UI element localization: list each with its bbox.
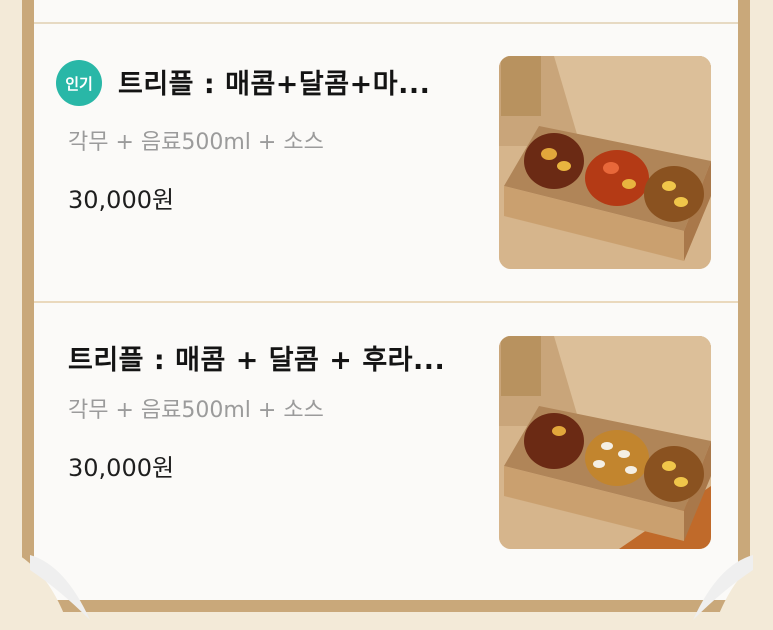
menu-item-title: 트리플 : 매콤 + 달콤 + 후라...	[68, 345, 446, 376]
paper-curl-left	[10, 550, 90, 630]
menu-item[interactable]: 트리플 : 매콤 + 달콤 + 후라... 각무 + 음료500ml + 소스 …	[34, 304, 738, 564]
menu-item[interactable]: 인기 트리플 : 매콤+달콤+마... 각무 + 음료500ml + 소스 30…	[34, 24, 738, 300]
menu-item-price: 30,000원	[68, 186, 175, 214]
food-box-image	[499, 56, 711, 269]
paper-curl-right	[693, 550, 773, 630]
menu-item-description: 각무 + 음료500ml + 소스	[68, 130, 324, 155]
menu-item-price: 30,000원	[68, 454, 175, 482]
popular-badge: 인기	[56, 60, 102, 106]
menu-item-image	[499, 56, 711, 269]
menu-item-title: 트리플 : 매콤+달콤+마...	[118, 69, 431, 100]
item-divider	[34, 301, 738, 303]
menu-item-description: 각무 + 음료500ml + 소스	[68, 398, 324, 423]
previous-item-edge	[34, 0, 738, 24]
